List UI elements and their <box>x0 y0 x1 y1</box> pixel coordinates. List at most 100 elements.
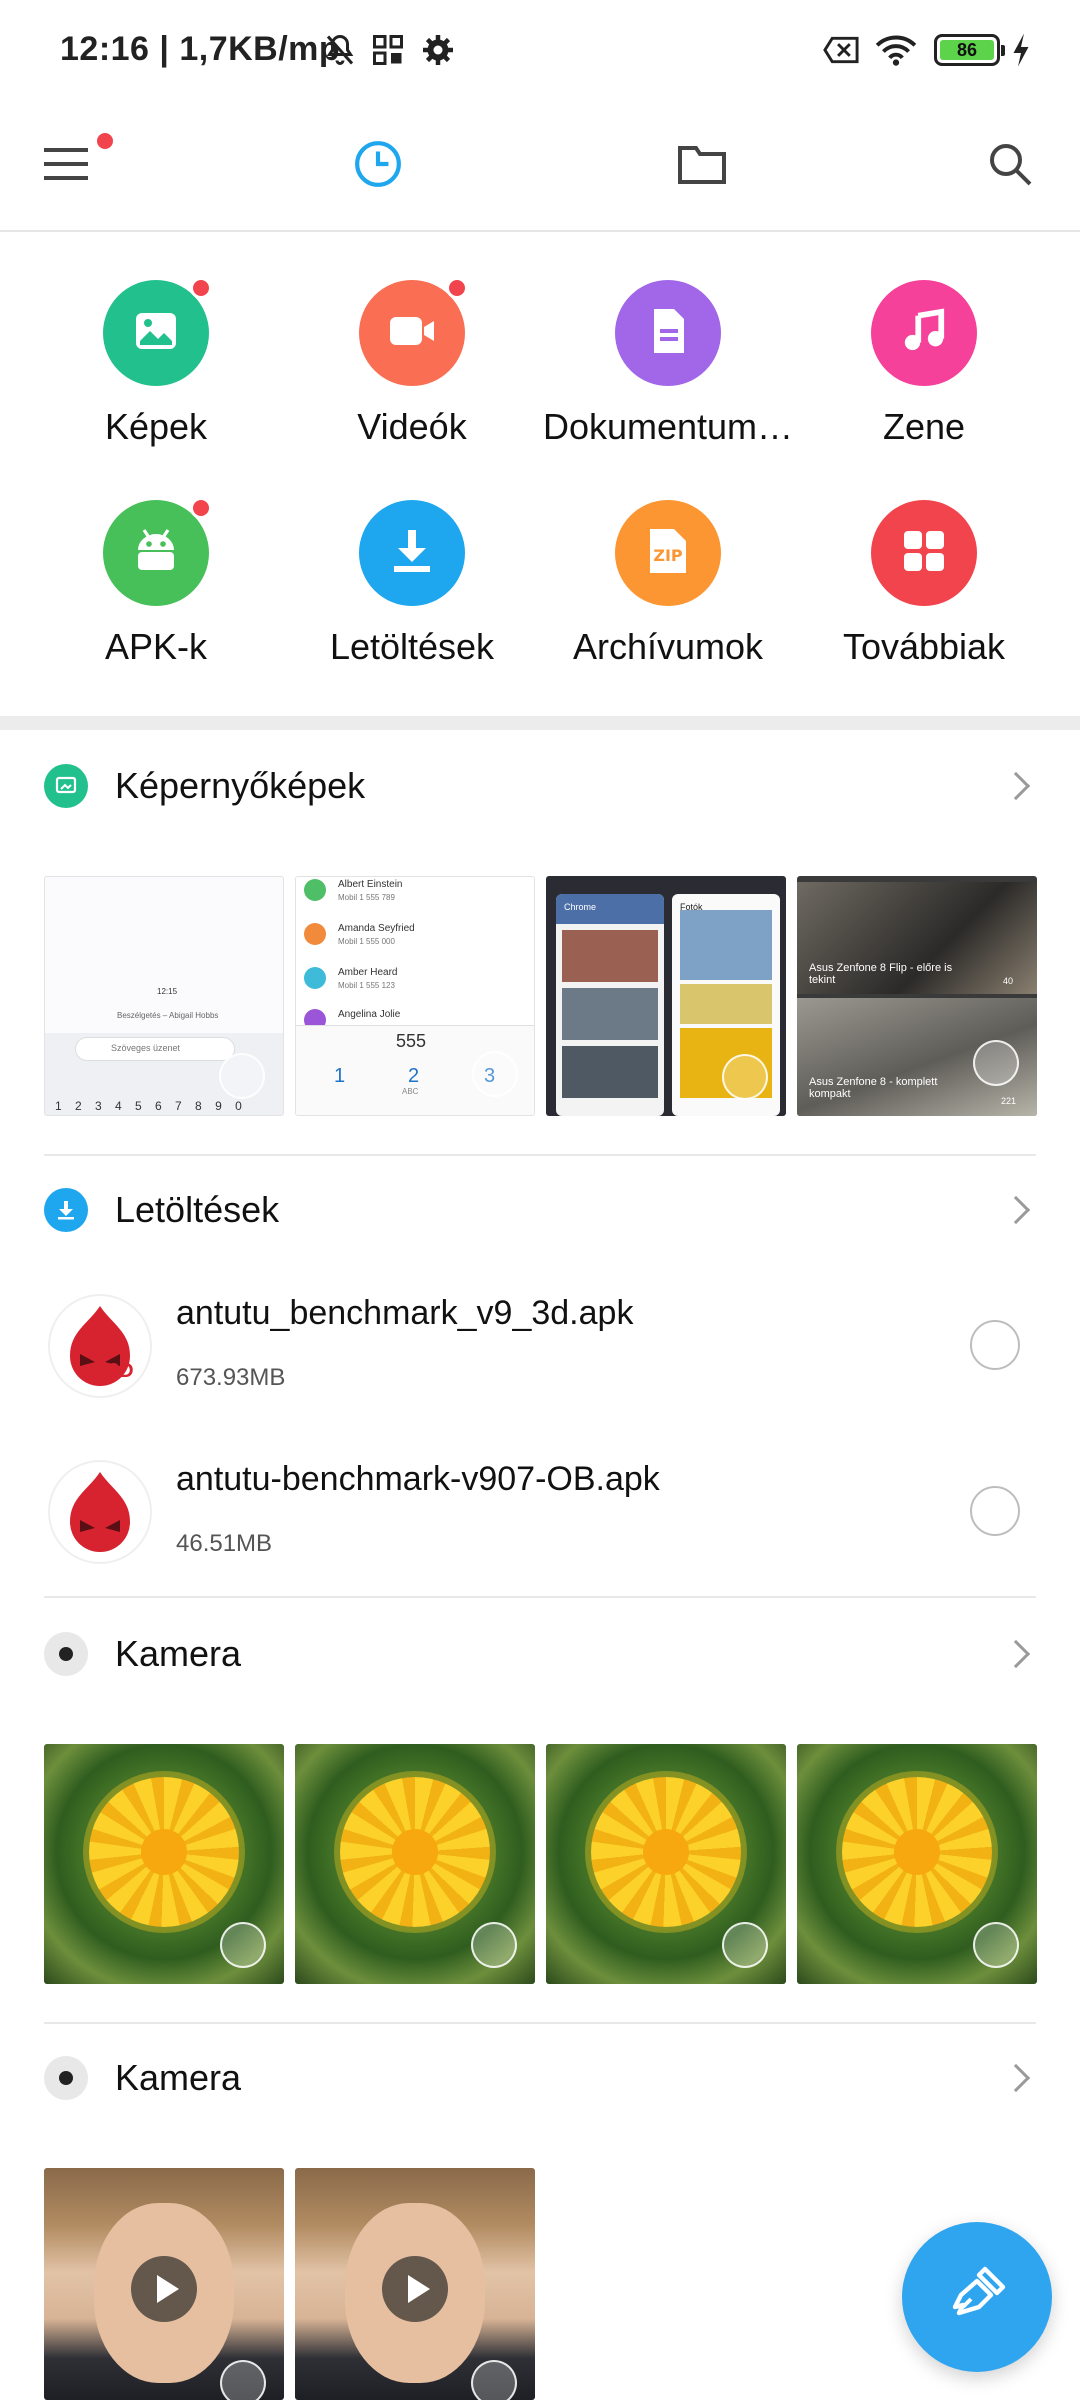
screenshot-thumbnail[interactable]: Chrome Fotók <box>546 876 786 1116</box>
category-videos-badge <box>446 277 468 299</box>
select-circle[interactable] <box>471 2360 517 2400</box>
search-icon <box>986 140 1034 193</box>
chevron-right-icon <box>1001 771 1031 801</box>
category-grid: Képek Videók Dokumentum… Zene APK-k Letö… <box>0 232 1080 716</box>
category-icon-bg <box>615 280 721 386</box>
play-icon[interactable] <box>131 2255 197 2322</box>
download-item[interactable]: 3D antutu_benchmark_v9_3d.apk 673.93MB <box>44 1274 1036 1424</box>
category-icon-bg <box>103 497 212 606</box>
download-item[interactable]: antutu-benchmark-v907-OB.apk 46.51MB <box>44 1440 1036 1590</box>
category-icon-bg <box>103 277 212 386</box>
thumb-text: Mobil 1 555 000 <box>338 937 395 946</box>
photo-thumbnail[interactable] <box>44 1744 284 1984</box>
section-title: Kamera <box>115 1633 242 1674</box>
avatar <box>304 879 326 901</box>
thumb-text: Angelina Jolie <box>338 1009 401 1020</box>
select-circle[interactable] <box>472 1051 518 1097</box>
video-thumbnail[interactable] <box>295 2168 535 2400</box>
thumb-text: 40 <box>1003 976 1014 986</box>
select-circle[interactable] <box>722 1054 768 1100</box>
photo-thumbnail[interactable] <box>797 1744 1037 1984</box>
app-icon-badge: 3D <box>108 1360 134 1382</box>
section-divider <box>44 1596 1036 1598</box>
zip-icon: ZIP <box>646 527 690 580</box>
screenshot-thumbnails: 12:15 Beszélgetés – Abigail Hobbs Szöveg… <box>44 876 1037 1116</box>
chevron-right-icon <box>1001 1195 1031 1225</box>
section-divider <box>44 2022 1036 2024</box>
chevron-right-icon <box>1001 1639 1031 1669</box>
thumb-text: 12:15 <box>157 987 178 996</box>
category-documents[interactable]: Dokumentum… <box>538 280 798 448</box>
select-circle[interactable] <box>219 1053 265 1099</box>
flower-core <box>643 1829 689 1875</box>
select-circle[interactable] <box>471 1922 517 1968</box>
screenshot-thumbnail[interactable]: Albert Einstein Mobil 1 555 789 Amanda S… <box>295 876 535 1116</box>
flower-core <box>141 1829 187 1875</box>
status-time: 12:16 | 1,7KB/mp <box>60 30 341 68</box>
photo-thumbnail[interactable] <box>546 1744 786 1984</box>
section-header-camera[interactable]: Kamera <box>44 1622 1036 1686</box>
clean-up-button[interactable] <box>902 2222 1052 2372</box>
menu-button[interactable] <box>28 128 116 204</box>
camera-dot-icon <box>44 2056 88 2100</box>
recent-app-card <box>556 894 664 1116</box>
image-icon <box>132 309 180 358</box>
thumb-text: Fotók <box>680 902 703 912</box>
top-navigation <box>0 100 1080 232</box>
play-icon[interactable] <box>382 2255 448 2322</box>
select-circle[interactable] <box>973 1922 1019 1968</box>
settings-gear-icon <box>420 32 456 73</box>
category-apks[interactable]: APK-k <box>26 497 286 668</box>
flower-core <box>894 1829 940 1875</box>
photo-thumbnail[interactable] <box>295 1744 535 1984</box>
thumb-text: Asus Zenfone 8 Flip - előre is tekint <box>809 962 953 986</box>
svg-text:ZIP: ZIP <box>653 546 683 565</box>
category-label: Dokumentum… <box>542 406 794 447</box>
select-circle[interactable] <box>722 1922 768 1968</box>
category-label: Videók <box>357 406 467 447</box>
camera-thumbnails <box>44 1744 1037 1984</box>
video-thumbnails <box>44 2168 1036 2400</box>
thumb-text: Szöveges üzenet <box>111 1043 181 1053</box>
category-label: Képek <box>104 406 208 447</box>
select-circle[interactable] <box>973 1040 1019 1086</box>
section-header-downloads[interactable]: Letöltések <box>44 1178 1036 1242</box>
search-button[interactable] <box>972 128 1048 204</box>
file-name: antutu_benchmark_v9_3d.apk <box>176 1294 634 1332</box>
category-music[interactable]: Zene <box>794 280 1054 448</box>
select-circle[interactable] <box>220 1922 266 1968</box>
category-more[interactable]: Továbbiak <box>794 500 1054 668</box>
screenshot-thumbnail[interactable]: 12:15 Beszélgetés – Abigail Hobbs Szöveg… <box>44 876 284 1116</box>
category-icon-bg <box>871 500 977 606</box>
category-apks-badge <box>190 497 212 519</box>
section-header-camera[interactable]: Kamera <box>44 2046 1036 2110</box>
category-archives[interactable]: ZIP Archívumok <box>538 500 798 668</box>
category-videos[interactable]: Videók <box>282 277 542 448</box>
tab-recent[interactable] <box>340 128 416 204</box>
screenshot-thumbnail[interactable]: Asus Zenfone 8 Flip - előre is tekint 40… <box>797 876 1037 1116</box>
select-circle[interactable] <box>220 2360 266 2400</box>
category-images[interactable]: Képek <box>26 277 286 448</box>
select-checkbox[interactable] <box>970 1320 1020 1370</box>
thumb-text: Asus Zenfone 8 - komplett kompakt <box>809 1076 938 1100</box>
category-label: Továbbiak <box>842 626 1006 667</box>
select-checkbox[interactable] <box>970 1486 1020 1536</box>
antutu-app-icon: 3D <box>50 1296 150 1396</box>
category-downloads[interactable]: Letöltések <box>282 500 542 668</box>
section-title: Képernyőképek <box>115 765 366 806</box>
avatar <box>304 967 326 989</box>
screenshot-icon <box>44 764 88 808</box>
thumb-text: ABC <box>402 1087 419 1096</box>
section-divider <box>0 716 1080 730</box>
thumb-text: 221 <box>1001 1096 1017 1106</box>
video-thumbnail[interactable] <box>44 2168 284 2400</box>
section-header-screenshots[interactable]: Képernyőképek <box>44 754 1036 818</box>
broom-clean-icon <box>945 2263 1009 2332</box>
video-icon <box>385 311 439 356</box>
antutu-app-icon <box>50 1462 150 1562</box>
tab-files[interactable] <box>664 128 740 204</box>
thumb-text: Amanda Seyfried <box>338 923 415 934</box>
thumb-text: Beszélgetés – Abigail Hobbs <box>117 1011 219 1020</box>
wifi-icon <box>874 32 918 73</box>
section-divider <box>44 1154 1036 1156</box>
